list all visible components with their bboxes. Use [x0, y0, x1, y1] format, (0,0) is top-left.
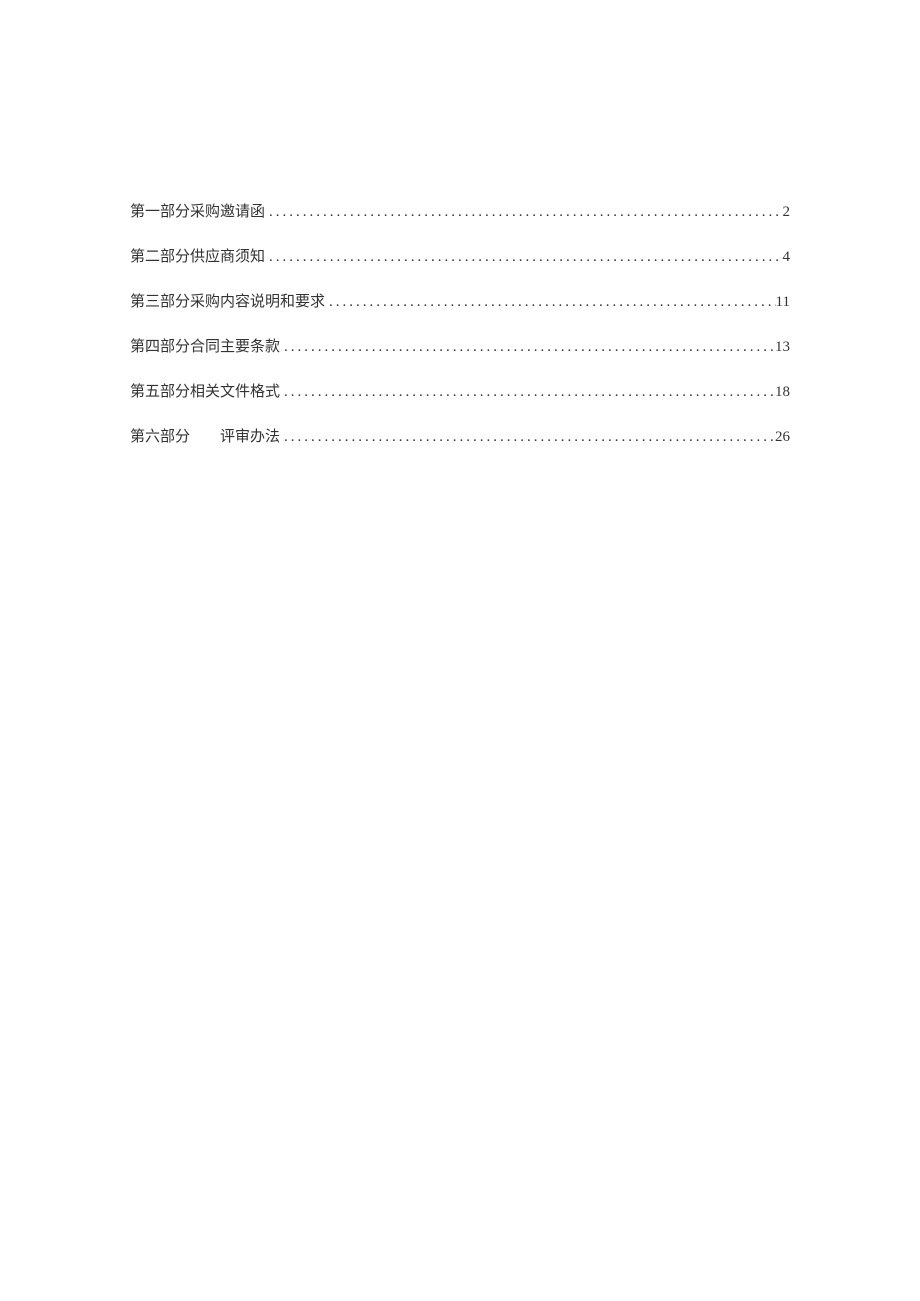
toc-entry-title: 第一部分采购邀请函 [130, 200, 265, 221]
toc-entry-page: 18 [775, 384, 790, 401]
toc-entry: 第六部分 评审办法 26 [130, 425, 790, 446]
toc-entry-title-prefix: 第六部分 [130, 429, 190, 445]
toc-entry-title: 第三部分采购内容说明和要求 [130, 290, 325, 311]
toc-entry-title: 第五部分相关文件格式 [130, 380, 280, 401]
toc-entry-title: 第二部分供应商须知 [130, 245, 265, 266]
toc-dots [325, 294, 776, 311]
toc-entry: 第二部分供应商须知 4 [130, 245, 790, 266]
toc-entry-title-suffix: 评审办法 [220, 429, 280, 445]
toc-entry-page: 2 [783, 204, 791, 221]
toc-entry: 第五部分相关文件格式 18 [130, 380, 790, 401]
toc-entry-page: 4 [783, 249, 791, 266]
toc-entry-title: 第四部分合同主要条款 [130, 335, 280, 356]
toc-dots [280, 339, 775, 356]
toc-entry: 第一部分采购邀请函 2 [130, 200, 790, 221]
toc-entry: 第三部分采购内容说明和要求 11 [130, 290, 790, 311]
toc-entry-page: 11 [776, 294, 790, 311]
toc-dots [280, 384, 775, 401]
toc-entry-page: 26 [775, 429, 790, 446]
toc-entry-title: 第六部分 评审办法 [130, 425, 280, 446]
toc-dots [265, 249, 782, 266]
toc-entry-page: 13 [775, 339, 790, 356]
toc-dots [280, 429, 775, 446]
table-of-contents: 第一部分采购邀请函 2 第二部分供应商须知 4 第三部分采购内容说明和要求 11… [130, 200, 790, 446]
toc-dots [265, 204, 782, 221]
toc-entry: 第四部分合同主要条款 13 [130, 335, 790, 356]
